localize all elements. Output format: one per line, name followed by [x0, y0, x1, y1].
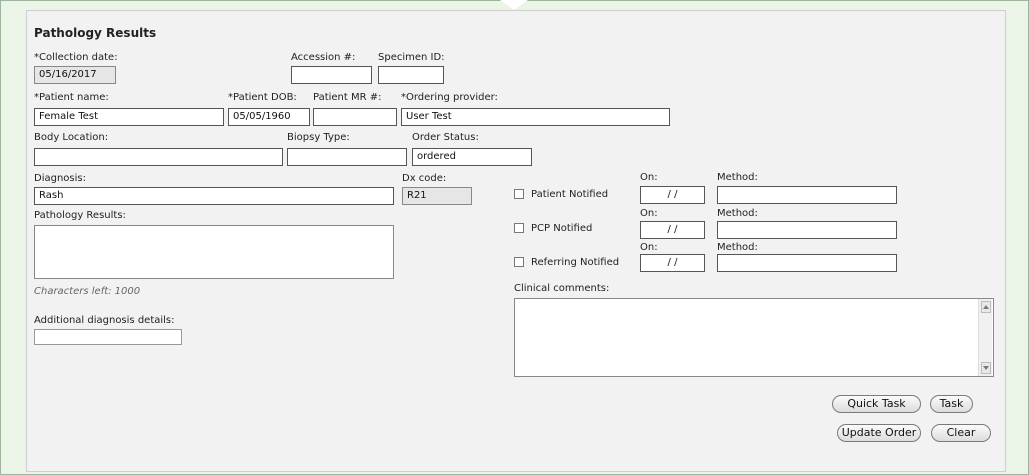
pcp-notified-label: PCP Notified	[531, 223, 593, 234]
dx-code-field[interactable]: R21	[402, 187, 472, 205]
update-order-button[interactable]: Update Order	[837, 424, 921, 442]
patient-notified-on-label: On:	[640, 172, 658, 183]
accession-label: Accession #:	[291, 52, 356, 63]
referring-notified-date-field[interactable]: / /	[640, 254, 705, 272]
referring-notified-method-field[interactable]	[717, 254, 897, 272]
pcp-notified-method-field[interactable]	[717, 221, 897, 239]
patient-dob-field[interactable]: 05/05/1960	[228, 108, 310, 126]
pathology-results-label: Pathology Results:	[34, 210, 126, 221]
patient-name-label: *Patient name:	[34, 92, 109, 103]
biopsy-type-label: Biopsy Type:	[287, 132, 350, 143]
additional-details-label: Additional diagnosis details:	[34, 315, 175, 326]
order-status-field[interactable]: ordered	[412, 148, 532, 166]
characters-left-text: Characters left: 1000	[34, 286, 141, 297]
scroll-up-icon[interactable]	[981, 301, 991, 313]
clinical-comments-scrollbar[interactable]	[978, 299, 992, 376]
form-title: Pathology Results	[34, 26, 157, 40]
specimen-id-field[interactable]	[378, 66, 444, 84]
patient-notified-method-field[interactable]	[717, 186, 897, 204]
pathology-results-textarea[interactable]	[34, 225, 394, 279]
patient-mr-field[interactable]	[313, 108, 397, 126]
patient-name-field[interactable]: Female Test	[34, 108, 224, 126]
popup-notch	[500, 0, 528, 10]
body-location-field[interactable]	[34, 148, 283, 166]
referring-notified-checkbox[interactable]	[514, 257, 524, 267]
patient-mr-label: Patient MR #:	[313, 92, 382, 103]
pcp-notified-on-label: On:	[640, 208, 658, 219]
ordering-provider-label: *Ordering provider:	[401, 92, 498, 103]
pcp-notified-checkbox[interactable]	[514, 223, 524, 233]
referring-notified-on-label: On:	[640, 242, 658, 253]
patient-notified-method-label: Method:	[717, 172, 758, 183]
order-status-label: Order Status:	[412, 132, 479, 143]
referring-notified-method-label: Method:	[717, 242, 758, 253]
diagnosis-field[interactable]: Rash	[34, 187, 394, 205]
collection-date-label: *Collection date:	[34, 52, 118, 63]
referring-notified-label: Referring Notified	[531, 257, 620, 268]
pcp-notified-method-label: Method:	[717, 208, 758, 219]
clinical-comments-label: Clinical comments:	[514, 283, 610, 294]
patient-notified-label: Patient Notified	[531, 189, 609, 200]
patient-dob-label: *Patient DOB:	[228, 92, 297, 103]
pcp-notified-date-field[interactable]: / /	[640, 221, 705, 239]
patient-notified-checkbox[interactable]	[514, 189, 524, 199]
collection-date-field[interactable]: 05/16/2017	[34, 66, 116, 84]
ordering-provider-field[interactable]: User Test	[401, 108, 670, 126]
body-location-label: Body Location:	[34, 132, 109, 143]
clear-button[interactable]: Clear	[931, 424, 991, 442]
biopsy-type-field[interactable]	[287, 148, 407, 166]
quick-task-button[interactable]: Quick Task	[832, 395, 921, 413]
scroll-down-icon[interactable]	[981, 362, 991, 374]
accession-field[interactable]	[291, 66, 372, 84]
specimen-id-label: Specimen ID:	[378, 52, 445, 63]
task-button[interactable]: Task	[930, 395, 973, 413]
patient-notified-date-field[interactable]: / /	[640, 186, 705, 204]
dx-code-label: Dx code:	[402, 173, 447, 184]
diagnosis-label: Diagnosis:	[34, 173, 86, 184]
additional-details-field[interactable]	[34, 329, 182, 345]
clinical-comments-textarea[interactable]	[514, 298, 994, 377]
